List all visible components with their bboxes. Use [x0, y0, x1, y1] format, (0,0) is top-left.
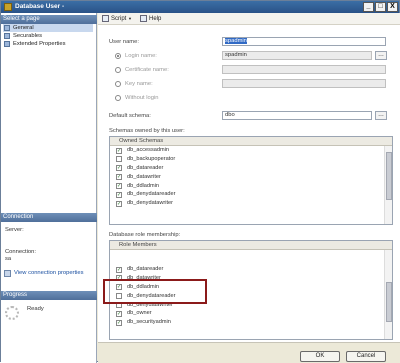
main-pane: Script ▼ Help User name: spadmin Login n…	[98, 13, 400, 363]
role-row[interactable]: ✓ db_securityadmin	[110, 318, 392, 327]
page-general[interactable]: General	[3, 24, 93, 32]
role-checkbox[interactable]: ✓	[116, 266, 122, 273]
role-label: db_datareader	[127, 266, 164, 272]
schema-label: db_ddladmin	[127, 182, 160, 189]
progress-spinner-icon	[5, 306, 19, 320]
key-name-input[interactable]	[222, 79, 386, 88]
page-extended-properties-label: Extended Properties	[13, 41, 66, 47]
schema-label: db_datawriter	[127, 173, 161, 180]
progress-status: Ready	[27, 306, 44, 312]
user-name-label: User name:	[109, 39, 139, 45]
database-user-icon	[4, 3, 12, 11]
default-schema-label: Default schema:	[109, 113, 151, 119]
schema-row[interactable]: ✓ db_denydatareader	[110, 190, 392, 199]
default-schema-browse-button[interactable]: …	[375, 111, 387, 120]
login-name-radio[interactable]	[115, 53, 121, 59]
schema-row[interactable]: ✓ db_datawriter	[110, 173, 392, 182]
owned-schemas-header: Owned Schemas	[110, 137, 392, 146]
certificate-label: Certificate name:	[125, 67, 169, 73]
schema-label: db_accessadmin	[127, 147, 169, 153]
default-schema-input[interactable]: dbo	[222, 111, 372, 120]
schema-row[interactable]: ✓ db_ddladmin	[110, 182, 392, 191]
login-name-label: Login name:	[125, 53, 157, 59]
certificate-input[interactable]	[222, 65, 386, 74]
maximize-button[interactable]: □	[375, 2, 386, 12]
script-icon	[102, 15, 109, 22]
role-members-header: Role Members	[110, 241, 392, 250]
highlight-box	[103, 279, 207, 304]
help-icon	[140, 15, 147, 22]
page-general-label: General	[13, 25, 34, 31]
help-button[interactable]: Help	[140, 15, 161, 23]
without-login-label: Without login	[125, 95, 159, 101]
close-button[interactable]: X	[387, 2, 398, 12]
scrollbar-thumb[interactable]	[386, 152, 392, 200]
schema-row[interactable]: ✓ db_denydatawriter	[110, 199, 392, 208]
connection-header: Connection	[1, 213, 97, 222]
schema-checkbox[interactable]: ✓	[116, 200, 122, 207]
schema-checkbox[interactable]: ✓	[116, 165, 122, 172]
page-securables-label: Securables	[13, 33, 43, 39]
script-label: Script	[111, 16, 127, 22]
schema-label: db_denydatawriter	[127, 200, 174, 207]
schema-row[interactable]: ✓ db_accessadmin	[110, 146, 392, 155]
connection-label: Connection:	[5, 249, 36, 255]
page-extended-properties[interactable]: Extended Properties	[3, 40, 93, 48]
schema-checkbox[interactable]: ✓	[116, 174, 122, 181]
role-checkbox[interactable]: ✓	[116, 310, 122, 317]
schema-row[interactable]: db_backupoperator	[110, 155, 392, 164]
key-radio[interactable]	[115, 81, 121, 87]
owned-schemas-scrollbar[interactable]	[384, 146, 392, 224]
ok-button[interactable]: OK	[300, 351, 340, 362]
toolbar: Script ▼ Help	[98, 13, 400, 25]
server-label: Server:	[5, 227, 24, 233]
page-icon	[4, 33, 10, 39]
schema-checkbox[interactable]: ✓	[116, 183, 122, 190]
chevron-down-icon: ▼	[128, 16, 132, 21]
role-label: db_securityadmin	[127, 319, 171, 326]
scrollbar-thumb[interactable]	[386, 282, 392, 322]
window-title: Database User -	[15, 3, 65, 10]
dialog-footer: OK Cancel	[98, 342, 400, 363]
key-name-label: Key name:	[125, 81, 153, 87]
page-icon	[4, 41, 10, 47]
schema-label: db_denydatareader	[127, 191, 176, 198]
schema-label: db_backupoperator	[127, 155, 176, 162]
role-row[interactable]: ✓ db_owner	[110, 309, 392, 318]
connection-value: sa	[5, 256, 12, 262]
user-name-input[interactable]: spadmin	[222, 37, 386, 46]
database-user-dialog: Database User - _ □ X Select a page Gene…	[0, 0, 400, 363]
cancel-button[interactable]: Cancel	[346, 351, 386, 362]
schemas-title: Schemas owned by this user:	[109, 128, 185, 134]
roles-title: Database role membership:	[109, 232, 181, 238]
schema-checkbox[interactable]: ✓	[116, 191, 122, 198]
role-members-scrollbar[interactable]	[384, 250, 392, 339]
role-row[interactable]: ✓ db_datareader	[110, 265, 392, 274]
login-name-input[interactable]: spadmin	[222, 51, 372, 60]
help-label: Help	[149, 16, 162, 22]
login-browse-button[interactable]: …	[375, 51, 387, 60]
owned-schemas-list: Owned Schemas ✓ db_accessadmin db_backupop…	[109, 136, 393, 225]
without-login-radio[interactable]	[115, 95, 121, 101]
minimize-button[interactable]: _	[363, 2, 374, 12]
schema-checkbox[interactable]	[116, 156, 122, 163]
schema-row[interactable]: ✓ db_datareader	[110, 164, 392, 173]
page-securables[interactable]: Securables	[3, 32, 93, 40]
select-page-header: Select a page	[1, 15, 97, 24]
script-button[interactable]: Script ▼	[102, 15, 132, 23]
schema-label: db_datareader	[127, 164, 164, 171]
role-label: db_owner	[127, 310, 152, 317]
schema-checkbox[interactable]: ✓	[116, 147, 122, 154]
left-pane: Select a page General Securables Extende…	[1, 13, 97, 363]
title-bar: Database User -	[1, 1, 399, 13]
user-name-value: spadmin	[225, 38, 247, 44]
certificate-radio[interactable]	[115, 67, 121, 73]
connection-properties-icon	[4, 270, 11, 277]
role-checkbox[interactable]: ✓	[116, 319, 122, 326]
progress-header: Progress	[1, 291, 97, 300]
view-connection-properties-link[interactable]: View connection properties	[14, 270, 84, 276]
page-icon	[4, 25, 10, 31]
